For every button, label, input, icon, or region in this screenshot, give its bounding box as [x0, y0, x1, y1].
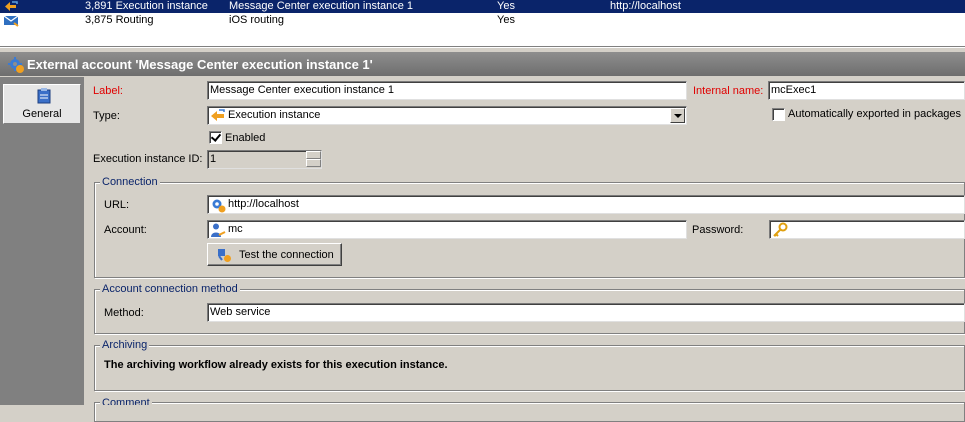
url-label: URL:: [104, 199, 130, 211]
method-label: Method:: [104, 307, 144, 319]
account-label: Account:: [104, 224, 147, 236]
password-input[interactable]: [769, 220, 965, 239]
connection-legend: Connection: [100, 176, 160, 188]
type-select[interactable]: Execution instance: [207, 106, 687, 125]
comment-legend: Comment: [100, 397, 152, 405]
user-icon: [211, 223, 226, 237]
execution-instance-icon: [211, 109, 225, 121]
internal-name-input[interactable]: mcExec1: [768, 81, 965, 100]
key-icon: [773, 222, 788, 237]
type-label: Type:: [93, 110, 120, 122]
account-value: mc: [228, 223, 243, 235]
account-input[interactable]: mc: [207, 220, 687, 239]
detail-title: External account 'Message Center executi…: [27, 57, 373, 72]
document-icon: [37, 88, 51, 104]
spinner-down-button[interactable]: [306, 159, 321, 167]
test-connection-icon: [218, 249, 231, 262]
exec-id-value: 1: [210, 153, 217, 165]
url-input[interactable]: http://localhost: [207, 195, 965, 214]
url-value: http://localhost: [228, 198, 299, 210]
row-id: 3,891 Execution instance: [85, 0, 208, 12]
tab-general[interactable]: General: [3, 84, 81, 124]
password-label: Password:: [692, 224, 744, 236]
routing-icon: [3, 15, 19, 27]
account-method-legend: Account connection method: [100, 283, 240, 295]
row-label: Message Center execution instance 1: [229, 0, 414, 12]
spinner-up-button[interactable]: [306, 151, 321, 159]
label-input[interactable]: Message Center execution instance 1: [207, 81, 687, 100]
label-field-label: Label:: [93, 85, 123, 97]
tab-general-label: General: [22, 108, 62, 120]
row-url: http://localhost: [610, 0, 681, 12]
archiving-message: The archiving workflow already exists fo…: [104, 359, 448, 371]
list-row-routing[interactable]: 3,875 Routing iOS routing Yes: [0, 14, 965, 27]
exec-id-label: Execution instance ID:: [93, 153, 203, 165]
method-input[interactable]: Web service: [207, 303, 965, 322]
gear-account-icon: [8, 57, 24, 73]
gear-url-icon: [212, 199, 226, 213]
type-select-value: Execution instance: [228, 109, 321, 121]
archiving-legend: Archiving: [100, 339, 150, 351]
internal-name-label: Internal name:: [693, 85, 764, 97]
row-id: 3,875 Routing: [85, 14, 154, 26]
list-divider: [0, 46, 965, 48]
enabled-label: Enabled: [225, 132, 266, 144]
test-connection-label: Test the connection: [239, 249, 334, 261]
external-accounts-list[interactable]: 3,891 Execution instance Message Center …: [0, 0, 965, 48]
type-dropdown-button[interactable]: [670, 108, 685, 123]
row-label: iOS routing: [229, 14, 285, 26]
section-rail: [0, 77, 84, 405]
test-connection-button[interactable]: Test the connection: [207, 243, 342, 266]
comment-group: [94, 402, 965, 422]
exec-id-spinner[interactable]: 1: [207, 150, 322, 169]
row-internal: Yes: [497, 0, 515, 12]
enabled-checkbox[interactable]: [209, 131, 222, 144]
execution-instance-icon: [5, 1, 18, 11]
list-row-execution-instance[interactable]: 3,891 Execution instance Message Center …: [0, 0, 965, 13]
row-internal: Yes: [497, 14, 515, 26]
auto-export-checkbox[interactable]: [772, 108, 785, 121]
auto-export-label: Automatically exported in packages: [788, 108, 962, 120]
